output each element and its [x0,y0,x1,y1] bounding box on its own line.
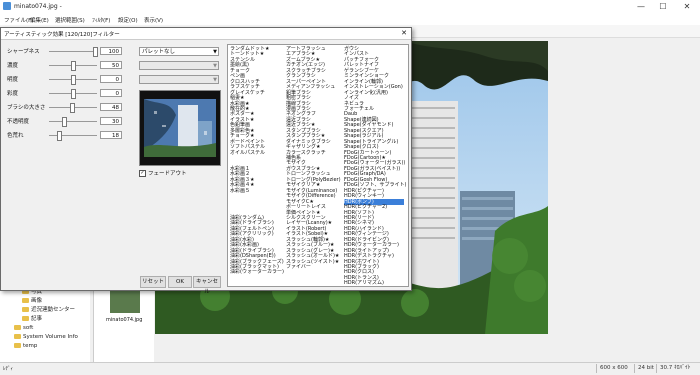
slider-label-brush-size: ブラシの大きさ [7,105,46,111]
tree-item[interactable]: 画像 [22,297,42,306]
folder-tree[interactable]: 写真 画像 近況連動センター 記事 soft System Volume Inf… [0,285,90,363]
ok-button[interactable]: OK [168,276,192,288]
slider-thumb[interactable] [93,47,98,57]
density-slider[interactable] [49,61,97,71]
slider-label-density: 濃度 [7,63,19,69]
right-pane [548,41,694,361]
status-bitdepth: 24 bit [634,364,658,373]
menu-filter[interactable]: ﾌｨﾙﾀ(F) [92,16,110,24]
maximize-button[interactable]: ☐ [654,2,672,12]
filter-dialog: アーティスティック効果 [120/120]フィルター ✕ シャープネス 100 … [0,27,412,295]
folder-icon [22,307,29,312]
filter-item[interactable]: HDR(アリマズム) [344,280,404,286]
color-noise-value[interactable]: 18 [100,131,122,139]
slider-label-sharpness: シャープネス [7,49,40,55]
close-button[interactable]: ✕ [678,2,696,12]
checkbox-mark[interactable]: ✓ [139,170,146,177]
slider-label-brightness: 明度 [7,77,19,83]
density-value[interactable]: 50 [100,61,122,69]
slider-label-color-noise: 色荒れ [7,133,24,139]
folder-icon [22,298,29,303]
reset-button[interactable]: リセット [140,276,166,288]
color-noise-slider[interactable] [49,131,97,141]
status-filesize: 30.7 ｷﾛﾊﾞｲﾄ [656,364,700,373]
folder-icon [14,334,21,339]
tree-item[interactable]: 近況連動センター [22,306,75,315]
opacity-slider[interactable] [49,117,97,127]
window-title: minato074.jpg - [14,3,62,10]
preview-image [139,90,221,166]
slider-label-opacity: 不透明度 [7,119,30,125]
folder-icon [14,325,21,330]
thumbnail-label: minato074.jpg [106,317,143,323]
sharpness-slider[interactable] [49,47,98,57]
menu-view[interactable]: 表示(V) [144,16,163,24]
filter-item[interactable]: 油彩(ウォーターカラー) [230,269,284,276]
opacity-value[interactable]: 30 [100,117,122,125]
chevron-down-icon: ▼ [213,63,217,69]
slider-thumb[interactable] [71,75,76,85]
saturation-slider[interactable] [49,89,97,99]
slider-thumb[interactable] [70,103,76,113]
cancel-button[interactable]: キャンセル [193,276,221,295]
slider-thumb[interactable] [71,89,76,99]
palette-select[interactable]: パレットなし ▼ [139,47,219,56]
dialog-title: アーティスティック効果 [120/120]フィルター [4,32,120,38]
filter-item[interactable]: 水彩画５ [230,188,284,195]
folder-icon [22,316,29,321]
folder-icon [14,343,21,348]
brightness-slider[interactable] [49,75,97,85]
chevron-down-icon: ▼ [213,77,217,83]
dialog-title-bar: アーティスティック効果 [120/120]フィルター ✕ [1,28,411,40]
brightness-value[interactable]: 0 [100,75,122,83]
filter-item[interactable]: ファイバー [286,264,340,271]
app-icon [3,2,11,10]
status-bar: ﾚﾃﾞｨ 600 x 600 24 bit 30.7 ｷﾛﾊﾞｲﾄ [0,362,700,375]
tree-item[interactable]: temp [14,342,37,351]
dialog-close-button[interactable]: ✕ [399,29,409,37]
tree-item[interactable]: 記事 [22,315,42,324]
status-text: ﾚﾃﾞｨ [3,366,14,372]
brush-size-value[interactable]: 48 [100,103,122,111]
menu-selection[interactable]: 選択範囲(S) [55,16,85,24]
chevron-down-icon: ▼ [213,49,217,55]
filter-list[interactable]: ランダムドット★ トーンドット★ ステンシル 墨絵(黒) チョーク ペン画 クロスハッチ ラフ… [227,44,409,287]
tree-item[interactable]: soft [14,324,33,333]
option-select-3: ▼ [139,75,219,84]
saturation-value[interactable]: 0 [100,89,122,97]
status-dimensions: 600 x 600 [596,364,636,373]
filter-item[interactable]: オイルパステル [230,150,284,157]
slider-thumb[interactable] [56,131,62,141]
sharpness-value[interactable]: 100 [100,47,122,55]
menu-edit[interactable]: 編集(E) [30,16,49,24]
title-bar: minato074.jpg - — ☐ ✕ [0,0,700,15]
thumbnail-image[interactable] [110,291,140,313]
tree-item[interactable]: System Volume Info [14,333,78,342]
slider-label-saturation: 彩度 [7,91,19,97]
thumbnail-pane[interactable]: minato074.jpg [93,285,154,362]
slider-thumb[interactable] [62,117,68,127]
minimize-button[interactable]: — [632,2,650,12]
option-select-2: ▼ [139,61,219,70]
slider-thumb[interactable] [71,61,76,71]
menu-settings[interactable]: 設定(O) [118,16,138,24]
brush-size-slider[interactable] [49,103,97,113]
fadeout-checkbox[interactable]: ✓ フェードアウト [139,169,187,177]
